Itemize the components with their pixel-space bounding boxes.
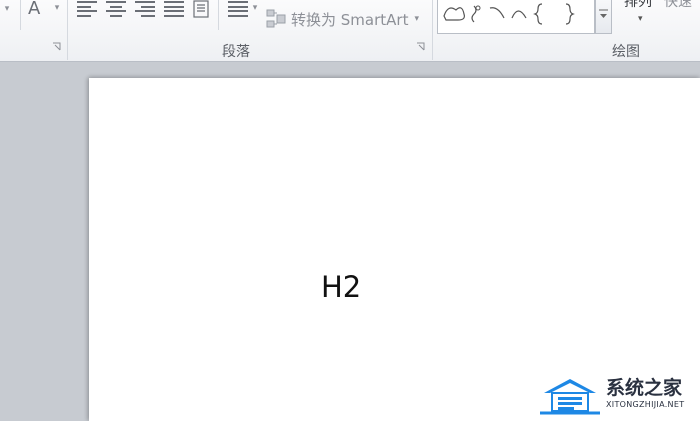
watermark-title: 系统之家 — [606, 377, 683, 399]
align-center-button[interactable] — [104, 0, 128, 18]
arrange-label: 排列 — [624, 0, 652, 10]
align-right-icon — [135, 1, 155, 17]
columns-button[interactable] — [226, 0, 250, 18]
chevron-down-icon — [599, 9, 608, 18]
watermark-subtitle: XITONGZHIJIA.NET — [606, 400, 685, 409]
columns-dropdown-arrow[interactable]: ▾ — [250, 2, 260, 14]
justify-icon — [164, 1, 184, 17]
convert-to-smartart-label: 转换为 SmartArt — [291, 10, 409, 29]
font-dialog-launcher-icon[interactable] — [52, 42, 62, 52]
smartart-dropdown-arrow-icon: ▾ — [414, 14, 419, 24]
paragraph-group-label: 段落 — [222, 44, 250, 60]
align-right-button[interactable] — [133, 0, 157, 18]
house-logo-icon — [540, 379, 600, 415]
distributed-button[interactable] — [190, 0, 212, 18]
shapes-gallery[interactable] — [437, 0, 595, 34]
shapes-gallery-more-button[interactable] — [595, 0, 612, 34]
font-color-button[interactable]: A — [28, 0, 41, 19]
smartart-icon — [266, 9, 286, 28]
separator — [218, 0, 219, 30]
document-heading-text[interactable]: H2 — [321, 270, 361, 304]
drawing-group-label: 绘图 — [612, 44, 640, 60]
group-separator-font — [67, 0, 68, 60]
align-left-icon — [77, 1, 97, 17]
ribbon: ▾ A ▾ ▾ 转换为 SmartArt ▾ 段落 排列 ▾ 快速 绘图 — [0, 0, 700, 62]
convert-to-smartart-button[interactable]: 转换为 SmartArt ▾ — [265, 6, 419, 32]
shapes-gallery-icons — [443, 3, 575, 25]
site-watermark: 系统之家 XITONGZHIJIA.NET — [538, 373, 700, 421]
arrange-dropdown-arrow-icon: ▾ — [638, 14, 643, 24]
document-page[interactable] — [89, 78, 700, 421]
font-color-dropdown-arrow[interactable]: ▾ — [52, 2, 62, 14]
justify-button[interactable] — [162, 0, 186, 18]
group-separator-paragraph — [432, 0, 433, 60]
paragraph-dialog-launcher-icon[interactable] — [416, 42, 426, 52]
font-size-dropdown-arrow[interactable]: ▾ — [2, 2, 12, 16]
separator — [20, 0, 21, 30]
columns-icon — [228, 1, 248, 17]
align-center-icon — [106, 1, 126, 17]
font-color-label: A — [28, 0, 41, 19]
align-left-button[interactable] — [75, 0, 99, 18]
quick-styles-label[interactable]: 快速 — [664, 0, 692, 11]
distributed-icon — [193, 0, 209, 18]
